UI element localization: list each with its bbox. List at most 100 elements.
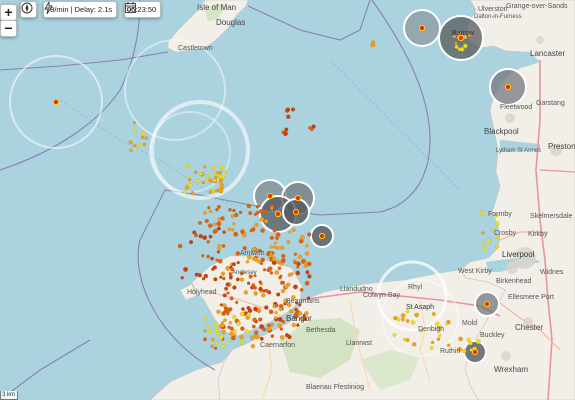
strike-dot [228, 338, 232, 342]
strike-dot [210, 256, 214, 261]
strike-dot [206, 173, 211, 178]
place-label: Castletown [178, 45, 213, 52]
strike-dot [234, 212, 239, 218]
strike-dot [213, 322, 219, 327]
strike-dot [219, 165, 224, 170]
rate-delay-box[interactable]: 78/min | Delay: 2.1s [43, 1, 118, 18]
strike-dot [239, 311, 245, 317]
place-label: Widnes [540, 269, 564, 276]
strike-center [292, 208, 300, 216]
strike-dot [227, 227, 232, 232]
strike-dot [279, 335, 285, 340]
strike-dot [494, 221, 500, 227]
strike-dot [281, 280, 286, 285]
strike-center [318, 232, 326, 240]
strike-dot [280, 288, 286, 294]
strike-dot [403, 337, 407, 342]
strike-dot [232, 208, 236, 213]
strike-dot [293, 261, 297, 265]
strike-dot [271, 256, 277, 262]
strike-dot [307, 274, 312, 279]
strike-dot [198, 220, 202, 225]
strike-center [294, 194, 302, 202]
strike-dot [220, 216, 225, 221]
strike-dot [259, 324, 265, 330]
strike-dot [228, 275, 233, 280]
strike-dot [180, 276, 184, 280]
strike-dot [243, 290, 249, 295]
strike-dot [203, 329, 207, 333]
strike-dot [137, 143, 142, 147]
strike-dot [213, 277, 218, 282]
strike-dot [289, 309, 294, 314]
place-label: Kirkby [528, 231, 548, 238]
strike-dot [210, 165, 216, 170]
strike-dot [280, 258, 286, 264]
strike-dot [238, 210, 243, 215]
time-box[interactable]: 06:23:50 [124, 1, 162, 18]
strike-dot [231, 228, 235, 232]
strike-dot [290, 107, 296, 112]
place-label: Llanrwst [346, 340, 373, 347]
place-label: Wrexham [494, 365, 529, 374]
strike-dot [183, 266, 188, 272]
place-label: Birkenhead [496, 278, 532, 285]
strike-dot [401, 317, 405, 322]
strike-dot [429, 345, 434, 350]
strike-dot [212, 265, 217, 270]
strike-dot [270, 334, 275, 338]
strike-dot [274, 316, 278, 320]
strike-dot [260, 228, 265, 233]
strike-dot [286, 240, 291, 245]
strike-center [52, 98, 60, 106]
strike-dot [183, 189, 187, 194]
strike-dot [229, 296, 234, 301]
compass-button[interactable] [20, 1, 37, 18]
strike-dot [211, 337, 215, 342]
strike-dot [259, 217, 265, 222]
strike-dot [140, 135, 145, 140]
strike-dot [400, 313, 406, 318]
strike-dot [299, 288, 304, 292]
lightning-map[interactable]: Isle of Man Douglas Castletown Barrow Ul… [0, 0, 575, 400]
strike-dot [192, 230, 197, 235]
strike-dot [251, 324, 256, 329]
lancaster-urban [536, 36, 544, 44]
strike-dot [371, 40, 376, 45]
zoom-in-button[interactable]: + [0, 4, 17, 21]
place-label: Fleetwood [500, 104, 533, 111]
strike-dot [208, 234, 213, 239]
place-label: Colwyn Bay [363, 292, 400, 299]
strike-dot [219, 275, 223, 279]
strike-center [504, 83, 512, 91]
strike-dot [288, 230, 292, 234]
strike-dot [141, 131, 147, 136]
strike-center [483, 300, 491, 308]
strike-dot [495, 244, 500, 249]
strike-dot [306, 261, 312, 267]
strike-dot [201, 180, 205, 185]
place-label: Holyhead [187, 289, 217, 296]
strike-dot [446, 343, 451, 347]
strike-dot [296, 323, 300, 327]
strike-dot [218, 179, 223, 184]
place-label: Grange-over-Sands [506, 3, 568, 10]
place-label: Barrow [452, 30, 475, 37]
place-label: Douglas [216, 18, 246, 27]
strike-dot [480, 210, 485, 216]
strike-dot [225, 282, 230, 287]
place-label: Ruthin [440, 348, 461, 355]
strike-dot [246, 281, 251, 285]
strike-dot [244, 311, 248, 315]
strike-dot [254, 222, 259, 228]
strike-dot [208, 209, 213, 214]
zoom-out-button[interactable]: − [0, 20, 17, 37]
strike-dot [253, 257, 259, 262]
strike-dot [236, 321, 241, 326]
strike-dot [216, 204, 221, 209]
strike-dot [486, 238, 492, 244]
strike-dot [226, 291, 230, 295]
rate-delay-label: 78/min | Delay: 2.1s [46, 5, 113, 14]
strike-dot [393, 315, 398, 321]
strike-dot [221, 329, 226, 335]
